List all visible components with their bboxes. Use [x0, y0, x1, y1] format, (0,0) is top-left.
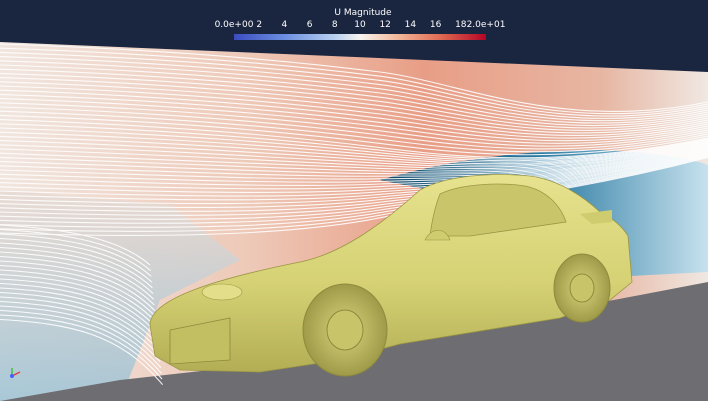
legend-tick-label: 6: [306, 20, 313, 30]
legend-tick-label: 0.0e+00: [214, 20, 254, 30]
legend-tick-label: 8: [331, 20, 338, 30]
legend-tick-label: 14: [404, 20, 417, 30]
legend-tick-label: 2.0e+01: [466, 20, 506, 30]
headlight: [201, 283, 243, 301]
legend-title: U Magnitude: [334, 8, 392, 18]
legend-tick-label: 10: [354, 20, 366, 30]
front-wheel-hub: [326, 309, 364, 351]
render-viewport[interactable]: U Magnitude 0.0e+00 2 4 6 8 10 12 14 16 18 2.0e+01: [0, 0, 708, 401]
legend-color-ramp: [234, 34, 486, 40]
rear-wheel-hub: [569, 273, 595, 303]
legend-tick-label: 18: [455, 20, 467, 30]
flow-visualization: [0, 0, 708, 401]
axes-orientation-icon: [10, 368, 21, 378]
color-legend: U Magnitude 0.0e+00 2 4 6 8 10 12 14 16 18 2.0e+01: [215, 8, 505, 48]
legend-tick-label: 2: [256, 20, 263, 30]
legend-tick-label: 4: [281, 20, 288, 30]
legend-tick-label: 12: [379, 20, 391, 30]
legend-tick-label: 16: [429, 20, 442, 30]
